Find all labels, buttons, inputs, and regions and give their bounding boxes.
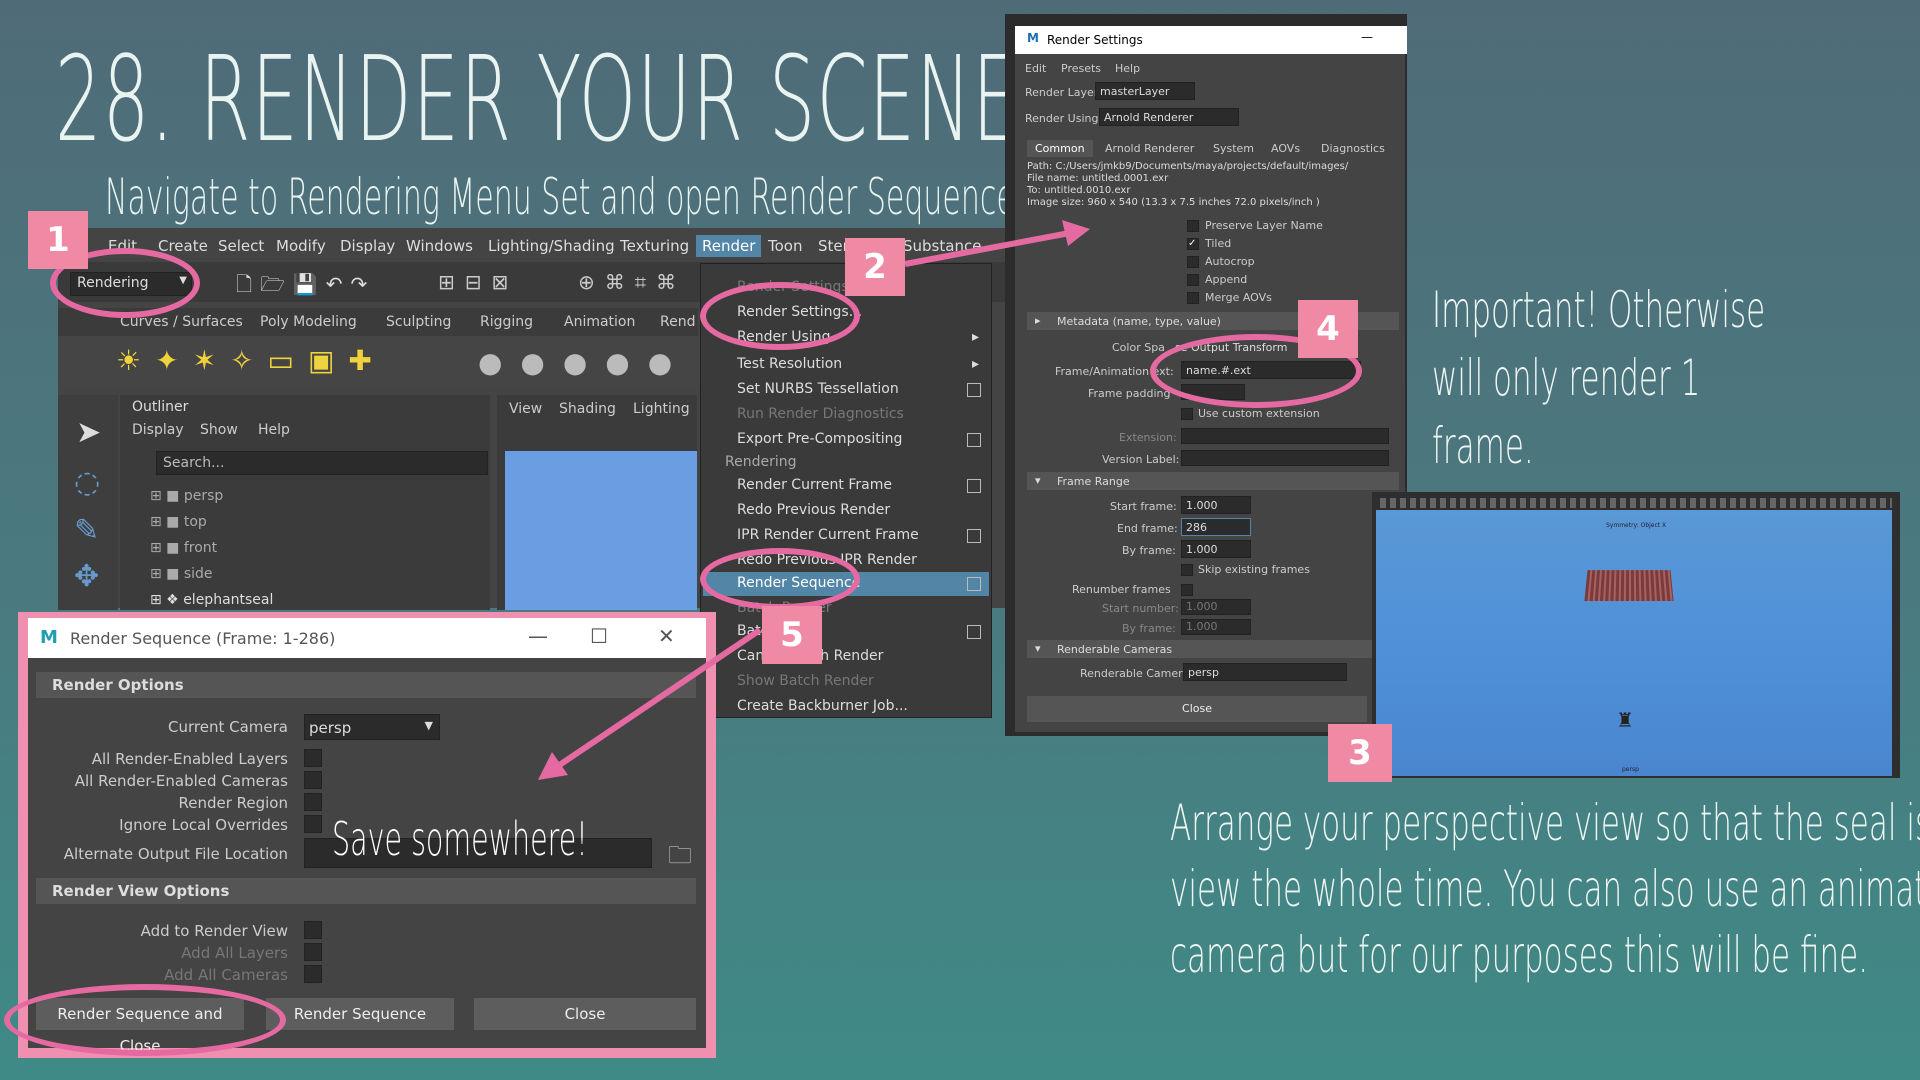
step-badge-4: 4	[1298, 300, 1358, 358]
arrow-to-render-settings	[904, 229, 1076, 267]
step-badge-5: 5	[762, 606, 822, 664]
step-badge-3: 3	[1328, 724, 1392, 782]
arrow-head-icon	[538, 752, 568, 780]
step-badge-2: 2	[845, 238, 905, 296]
important-note: Important! Otherwise will only render 1 …	[1432, 281, 1766, 475]
arrow-to-output	[553, 627, 762, 771]
arrange-note: Arrange your perspective view so that th…	[1170, 794, 1920, 984]
arrow-head-icon	[1062, 220, 1090, 246]
step-badge-1: 1	[28, 211, 88, 269]
